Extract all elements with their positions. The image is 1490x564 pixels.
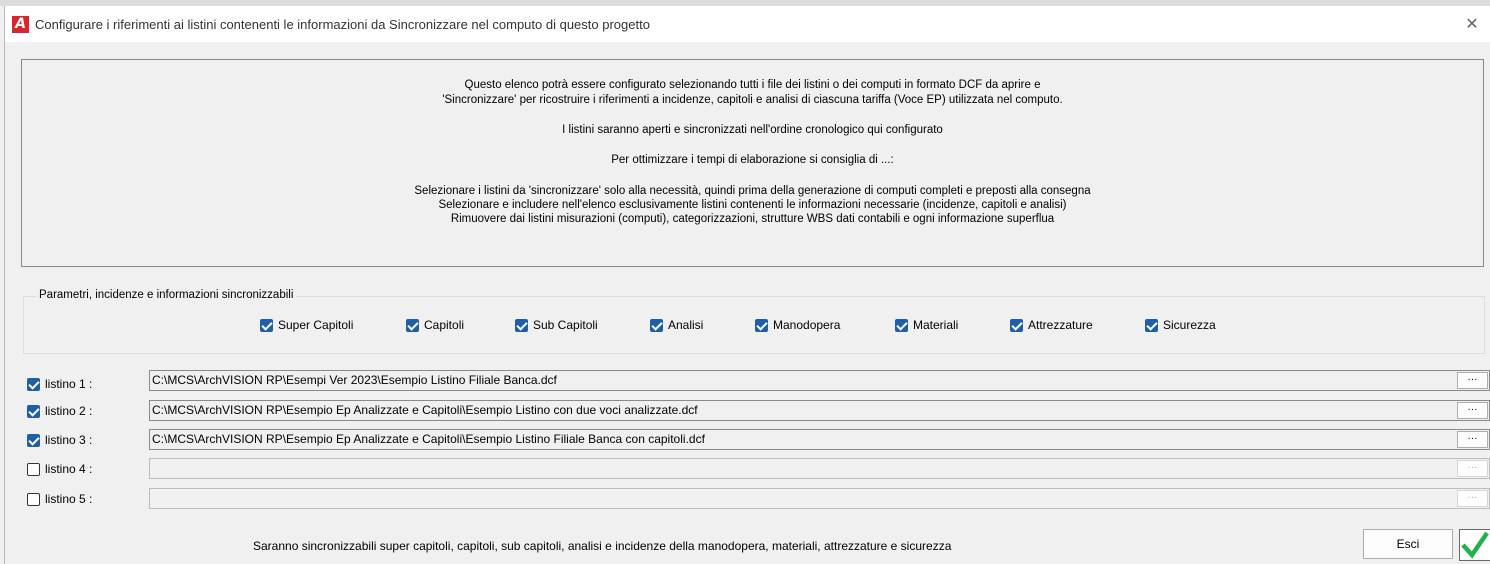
close-button[interactable]: ✕ (1458, 12, 1486, 36)
checkbox-label: Super Capitoli (278, 318, 354, 332)
checkbox-box[interactable] (260, 318, 273, 332)
info-line: Selezionare e includere nell'elenco escl… (438, 199, 1067, 211)
title-bar: A Configurare i riferimenti ai listini c… (5, 6, 1490, 42)
listino-1-path[interactable]: C:\MCS\ArchVISION RP\Esempi Ver 2023\Ese… (149, 370, 1490, 391)
listino-label: listino 4 : (45, 462, 93, 476)
listino-5-checkbox[interactable]: listino 5 : (27, 492, 92, 506)
esci-button[interactable]: Esci (1363, 529, 1453, 559)
info-line: 'Sincronizzare' per ricostruire i riferi… (442, 94, 1063, 106)
sync-summary-text: Saranno sincronizzabili super capitoli, … (253, 539, 952, 553)
checkbox-label: Manodopera (773, 318, 841, 332)
dialog-title: Configurare i riferimenti ai listini con… (35, 17, 650, 32)
info-line: Selezionare i listini da 'sincronizzare'… (414, 185, 1091, 197)
checkbox-label: Analisi (668, 318, 704, 332)
checkbox-box[interactable] (895, 318, 908, 332)
listino-2-browse-button[interactable]: ··· (1457, 402, 1488, 419)
params-legend: Parametri, incidenze e informazioni sinc… (36, 289, 297, 301)
listino-4-path[interactable] (149, 458, 1490, 479)
checkbox-label: Sub Capitoli (533, 318, 598, 332)
listino-label: listino 5 : (45, 492, 93, 506)
info-line: Questo elenco potrà essere configurato s… (464, 79, 1041, 91)
checkbox-sub-capitoli[interactable]: Sub Capitoli (515, 318, 598, 332)
checkbox-manodopera[interactable]: Manodopera (755, 318, 840, 332)
checkbox-box[interactable] (27, 377, 40, 391)
params-groupbox: Parametri, incidenze e informazioni sinc… (23, 289, 1485, 354)
checkbox-label: Capitoli (424, 318, 465, 332)
archvision-logo-icon: A (12, 16, 29, 33)
listino-1-checkbox[interactable]: listino 1 : (27, 377, 92, 391)
checkbox-materiali[interactable]: Materiali (895, 318, 958, 332)
listino-3-path[interactable]: C:\MCS\ArchVISION RP\Esempio Ep Analizza… (149, 429, 1490, 450)
listino-2-checkbox[interactable]: listino 2 : (27, 404, 92, 418)
checkbox-sicurezza[interactable]: Sicurezza (1145, 318, 1216, 332)
listino-label: listino 1 : (45, 377, 93, 391)
checkbox-box[interactable] (650, 318, 663, 332)
checkbox-attrezzature[interactable]: Attrezzature (1010, 318, 1093, 332)
checkbox-box[interactable] (27, 492, 40, 506)
listino-1-browse-button[interactable]: ··· (1457, 372, 1488, 389)
listino-5-path[interactable] (149, 488, 1490, 509)
info-panel: Questo elenco potrà essere configurato s… (21, 59, 1484, 267)
checkbox-label: Sicurezza (1163, 318, 1216, 332)
checkbox-analisi[interactable]: Analisi (650, 318, 703, 332)
info-line: I listini saranno aperti e sincronizzati… (562, 124, 943, 136)
listino-3-browse-button[interactable]: ··· (1457, 431, 1488, 448)
checkbox-label: Attrezzature (1028, 318, 1093, 332)
checkbox-box[interactable] (27, 462, 40, 476)
checkbox-capitoli[interactable]: Capitoli (406, 318, 464, 332)
listino-label: listino 3 : (45, 433, 93, 447)
info-line: Rimuovere dai listini misurazioni (compu… (450, 213, 1055, 225)
checkbox-label: Materiali (913, 318, 959, 332)
checkbox-box[interactable] (1145, 318, 1158, 332)
confirm-button[interactable] (1459, 529, 1490, 561)
listino-4-checkbox[interactable]: listino 4 : (27, 462, 92, 476)
info-line: Per ottimizzare i tempi di elaborazione … (611, 154, 894, 166)
listino-4-browse-button[interactable]: ··· (1457, 460, 1488, 477)
checkbox-box[interactable] (515, 318, 528, 332)
listino-label: listino 2 : (45, 404, 93, 418)
listino-5-browse-button[interactable]: ··· (1457, 490, 1488, 507)
checkbox-box[interactable] (27, 433, 40, 447)
listino-3-checkbox[interactable]: listino 3 : (27, 433, 92, 447)
checkbox-box[interactable] (755, 318, 768, 332)
checkbox-box[interactable] (27, 404, 40, 418)
checkbox-box[interactable] (406, 318, 419, 332)
checkbox-super-capitoli[interactable]: Super Capitoli (260, 318, 353, 332)
sync-config-dialog: A Configurare i riferimenti ai listini c… (4, 6, 1490, 564)
listino-2-path[interactable]: C:\MCS\ArchVISION RP\Esempio Ep Analizza… (149, 400, 1490, 421)
checkbox-box[interactable] (1010, 318, 1023, 332)
green-check-icon (1461, 531, 1489, 559)
